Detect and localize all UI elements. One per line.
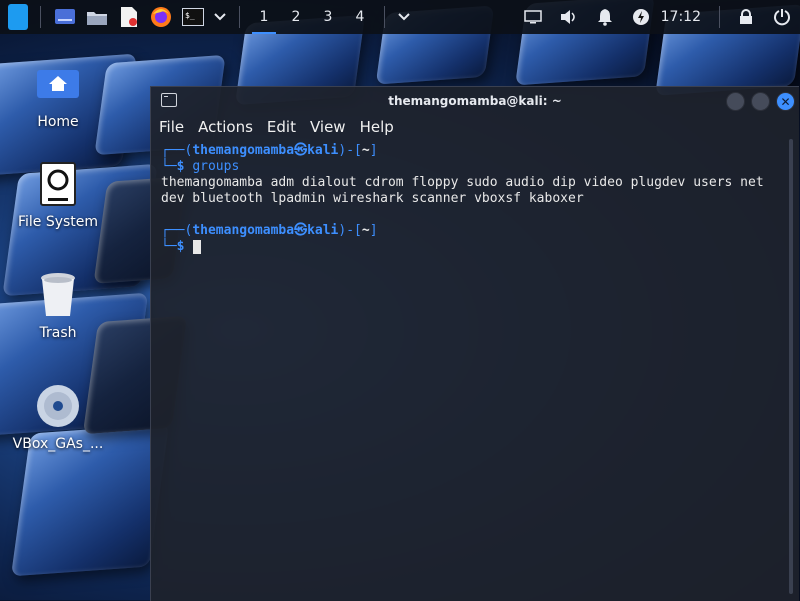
panel-separator [40,6,41,28]
desktop-item-file-system[interactable]: File System [3,160,113,230]
drive-icon [34,160,82,208]
output-line: dev bluetooth lpadmin wireshark scanner … [161,191,584,206]
desktop-item-label: Home [37,114,79,130]
workspace-3[interactable]: 3 [312,0,344,34]
prompt-line: ┌──(themangomamba㉿kali)-[~] [161,143,378,158]
prompt-host: kali [307,223,339,238]
menu-bar: File Actions Edit View Help [151,115,799,139]
system-tray: 17:12 [515,0,800,34]
maximize-button[interactable] [751,92,770,111]
window-titlebar[interactable]: themangomamba@kali: ~ ✕ [151,87,799,115]
kali-menu-icon[interactable] [4,4,28,30]
prompt-user: themangomamba [192,223,295,238]
desktop-item-vbox-gas[interactable]: VBox_GAs_... [3,382,113,452]
clock[interactable]: 17:12 [661,9,701,25]
prompt-host: kali [307,143,339,158]
top-panel: $_ 1 2 3 4 17:12 [0,0,800,34]
desktop-item-label: File System [17,214,99,230]
minimize-button[interactable] [726,92,745,111]
chevron-down-icon[interactable] [397,5,411,29]
desktop-item-trash[interactable]: Trash [3,271,113,341]
window-title: themangomamba@kali: ~ [388,94,562,108]
workspace-1[interactable]: 1 [248,0,280,34]
menu-view[interactable]: View [310,118,346,136]
lock-icon[interactable] [734,5,758,29]
command-line: └─$ groups [161,159,240,174]
menu-actions[interactable]: Actions [198,118,253,136]
prompt-dir: ~ [361,223,370,238]
trash-icon [34,271,82,319]
menu-help[interactable]: Help [360,118,394,136]
logout-icon[interactable] [770,5,794,29]
bell-icon[interactable] [593,5,617,29]
desktop-item-home[interactable]: Home [3,60,113,130]
file-manager-icon[interactable] [85,5,109,29]
desktop-item-label: Trash [39,325,77,341]
prompt-line: ┌──(themangomamba㉿kali)-[~] [161,223,378,238]
desktop-item-label: VBox_GAs_... [12,436,104,452]
close-icon: ✕ [780,94,791,109]
volume-icon[interactable] [557,5,581,29]
menu-edit[interactable]: Edit [267,118,296,136]
panel-separator [384,6,385,28]
terminal-window-icon[interactable] [161,93,177,107]
power-manager-icon[interactable] [629,5,653,29]
workspace-4[interactable]: 4 [344,0,376,34]
output-line: themangomamba adm dialout cdrom floppy s… [161,175,764,190]
command-text: groups [192,159,240,174]
command-line: └─$ [161,239,789,255]
scrollbar[interactable] [789,139,793,594]
text-cursor [193,239,202,254]
close-button[interactable]: ✕ [776,92,795,111]
svg-text:$_: $_ [185,11,195,20]
terminal-output[interactable]: ┌──(themangomamba㉿kali)-[~] └─$ groups t… [151,139,799,259]
terminal-window: themangomamba@kali: ~ ✕ File Actions Edi… [150,86,799,601]
show-desktop-icon[interactable] [53,5,77,29]
panel-separator [239,6,240,28]
prompt-user: themangomamba [192,143,295,158]
chevron-down-icon[interactable] [213,5,227,29]
screen-icon[interactable] [521,5,545,29]
prompt-dir: ~ [361,143,370,158]
text-editor-icon[interactable] [117,5,141,29]
menu-file[interactable]: File [159,118,184,136]
terminal-icon[interactable]: $_ [181,5,205,29]
panel-separator [719,6,720,28]
disc-icon [34,382,82,430]
workspace-2[interactable]: 2 [280,0,312,34]
home-folder-icon [34,60,82,108]
firefox-icon[interactable] [149,5,173,29]
